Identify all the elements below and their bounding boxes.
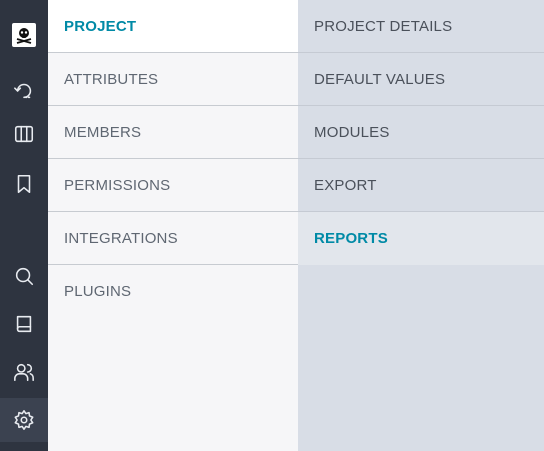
book-icon xyxy=(16,315,32,333)
bookmark-button[interactable] xyxy=(0,162,48,206)
submenu-item-modules[interactable]: MODULES xyxy=(298,106,544,159)
menu-item-members[interactable]: MEMBERS xyxy=(48,106,298,159)
submenu-item-project-details[interactable]: PROJECT DETAILS xyxy=(298,0,544,53)
skull-crossbones-icon xyxy=(16,28,32,44)
settings-button[interactable] xyxy=(0,398,48,442)
search-button[interactable] xyxy=(0,254,48,298)
columns-button[interactable] xyxy=(0,112,48,156)
users-icon xyxy=(14,363,34,382)
project-submenu: PROJECT DETAILS DEFAULT VALUES MODULES E… xyxy=(298,0,544,451)
menu-item-project[interactable]: PROJECT xyxy=(48,0,298,53)
users-button[interactable] xyxy=(0,350,48,394)
menu-item-integrations[interactable]: INTEGRATIONS xyxy=(48,212,298,265)
undo-history-icon xyxy=(14,83,32,99)
book-button[interactable] xyxy=(0,302,48,346)
submenu-item-reports[interactable]: REPORTS xyxy=(298,212,544,265)
submenu-item-export[interactable]: EXPORT xyxy=(298,159,544,212)
menu-item-attributes[interactable]: ATTRIBUTES xyxy=(48,53,298,106)
gear-icon xyxy=(14,410,34,430)
menu-item-permissions[interactable]: PERMISSIONS xyxy=(48,159,298,212)
undo-history-button[interactable] xyxy=(0,68,48,112)
menu-item-plugins[interactable]: PLUGINS xyxy=(48,265,298,318)
columns-icon xyxy=(14,125,34,143)
pirate-flag-logo[interactable] xyxy=(12,23,36,47)
search-icon xyxy=(15,267,34,286)
icon-rail xyxy=(0,0,48,451)
submenu-item-default-values[interactable]: DEFAULT VALUES xyxy=(298,53,544,106)
bookmark-icon xyxy=(17,174,31,194)
settings-primary-menu: PROJECT ATTRIBUTES MEMBERS PERMISSIONS I… xyxy=(48,0,298,451)
